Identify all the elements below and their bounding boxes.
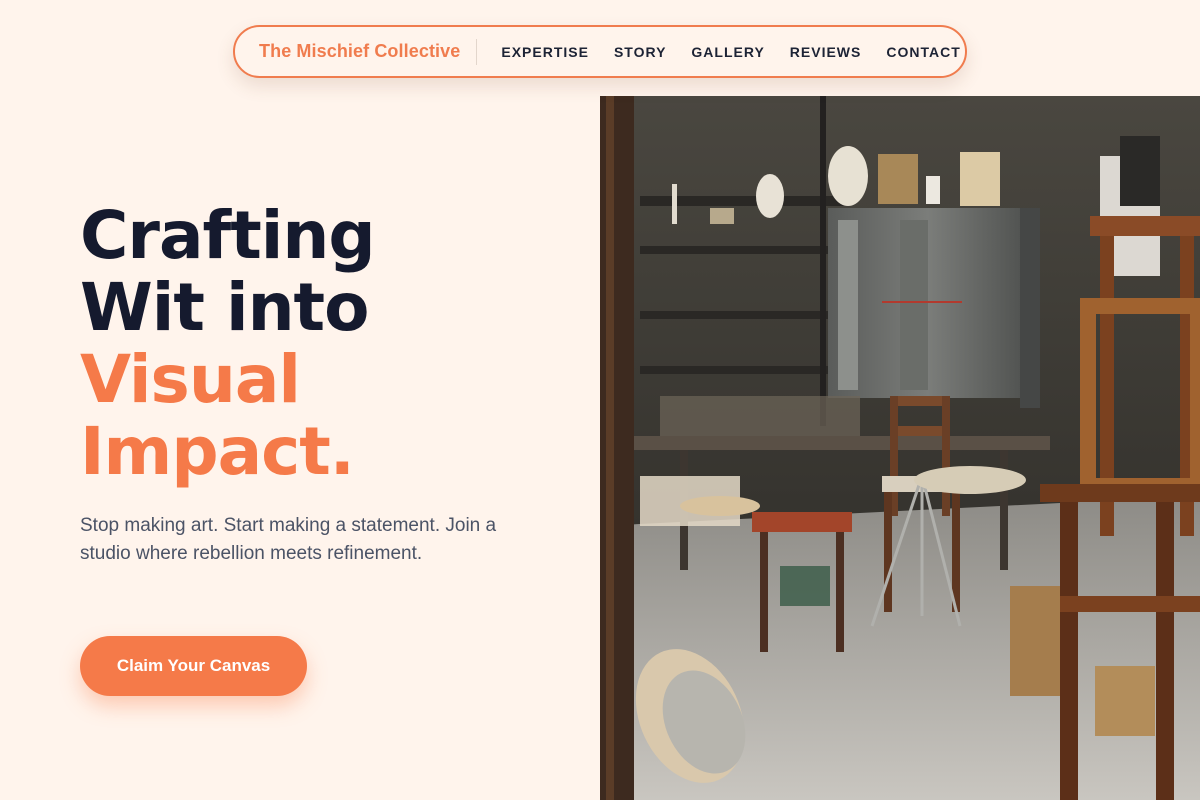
nav-link-gallery[interactable]: GALLERY — [691, 44, 764, 60]
headline-line-3: Visual — [80, 341, 301, 418]
claim-canvas-button[interactable]: Claim Your Canvas — [80, 636, 307, 696]
studio-illustration — [600, 96, 1200, 800]
nav-link-reviews[interactable]: REVIEWS — [790, 44, 862, 60]
nav-link-contact[interactable]: CONTACT — [886, 44, 960, 60]
nav-link-expertise[interactable]: EXPERTISE — [501, 44, 589, 60]
headline-line-1: Crafting — [80, 197, 376, 274]
hero-headline: Crafting Wit into Visual Impact. — [80, 197, 376, 490]
hero-subtitle: Stop making art. Start making a statemen… — [80, 515, 497, 564]
nav-links: EXPERTISE STORY GALLERY REVIEWS CONTACT — [501, 44, 960, 60]
studio-photo — [600, 96, 1200, 800]
brand-logo[interactable]: The Mischief Collective — [259, 41, 460, 62]
headline-line-4: Impact. — [80, 413, 355, 490]
headline-line-2: Wit into — [80, 269, 369, 346]
main-nav: The Mischief Collective EXPERTISE STORY … — [233, 25, 967, 78]
nav-link-story[interactable]: STORY — [614, 44, 666, 60]
nav-divider — [476, 38, 478, 65]
